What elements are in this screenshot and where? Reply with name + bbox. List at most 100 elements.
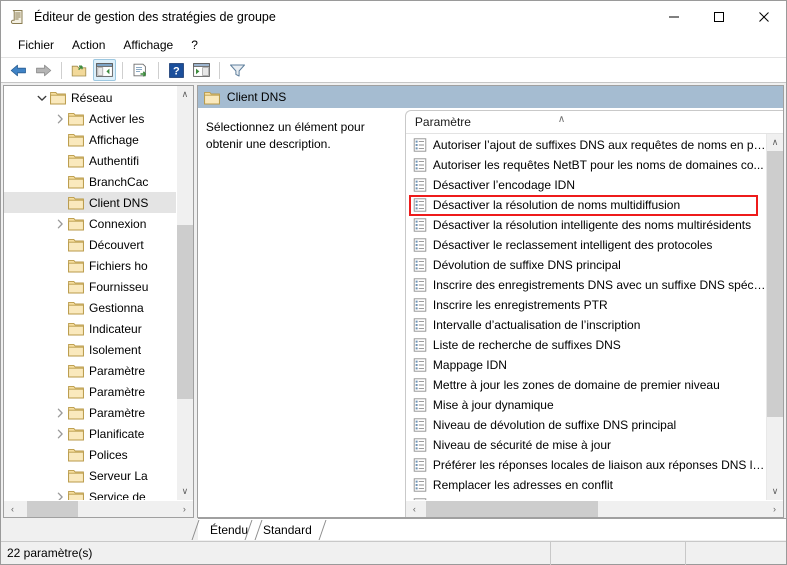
settings-list-rows[interactable]: Autoriser l’ajout de suffixes DNS aux re…: [406, 134, 766, 500]
tree-item[interactable]: Affichage: [4, 129, 176, 150]
list-hscroll-track[interactable]: [423, 500, 766, 517]
folder-icon: [68, 405, 84, 420]
forward-icon[interactable]: [32, 59, 55, 81]
tree-item[interactable]: Paramètre: [4, 381, 176, 402]
main-body: Réseau Activer les Affichage Authentifi Bran…: [1, 83, 786, 518]
tree-item[interactable]: Planificate: [4, 423, 176, 444]
tree-item[interactable]: Réseau: [4, 87, 176, 108]
tree-item[interactable]: Client DNS: [4, 192, 176, 213]
column-header-parametre[interactable]: Paramètre: [406, 115, 471, 129]
settings-list-row[interactable]: Autoriser l’ajout de suffixes DNS aux re…: [406, 135, 766, 155]
chevron-right-icon[interactable]: [52, 111, 68, 127]
settings-list-row[interactable]: Désactiver le reclassement intelligent d…: [406, 235, 766, 255]
settings-list-row[interactable]: Niveau de dévolution de suffixe DNS prin…: [406, 415, 766, 435]
tree-hscroll-right-button[interactable]: ›: [176, 501, 193, 518]
list-horizontal-scrollbar[interactable]: ‹ ›: [405, 500, 783, 518]
tree-item-label: Client DNS: [89, 195, 149, 210]
tree-scroll-up-button[interactable]: ∧: [176, 86, 193, 103]
show-hide-console-tree-icon[interactable]: [93, 59, 116, 81]
settings-list-row[interactable]: Mise à jour dynamique: [406, 395, 766, 415]
tree-horizontal-scrollbar[interactable]: ‹ ›: [4, 500, 193, 517]
chevron-right-icon[interactable]: [52, 489, 68, 500]
menu-fichier[interactable]: Fichier: [9, 35, 63, 55]
tree-item[interactable]: Isolement: [4, 339, 176, 360]
title-bar: Éditeur de gestion des stratégies de gro…: [1, 1, 786, 33]
tree-item[interactable]: Découvert: [4, 234, 176, 255]
maximize-button[interactable]: [696, 1, 741, 33]
settings-list-row[interactable]: Inscrire les enregistrements PTR: [406, 295, 766, 315]
settings-list-row[interactable]: Dévolution de suffixe DNS principal: [406, 255, 766, 275]
chevron-right-icon[interactable]: [52, 405, 68, 421]
tree-item[interactable]: Fichiers ho: [4, 255, 176, 276]
settings-list-row[interactable]: Désactiver la résolution de noms multidi…: [406, 195, 766, 216]
tree-item[interactable]: Gestionna: [4, 297, 176, 318]
tree-scroll-track[interactable]: [176, 103, 193, 483]
settings-list-row[interactable]: Préférer les réponses locales de liaison…: [406, 455, 766, 475]
tree-hscroll-thumb[interactable]: [27, 500, 79, 517]
tree-list[interactable]: Réseau Activer les Affichage Authentifi Bran…: [4, 86, 176, 500]
tree-hscroll-left-button[interactable]: ‹: [4, 501, 21, 518]
tree-vertical-scrollbar[interactable]: ∧ ∨: [175, 86, 193, 500]
settings-list-header[interactable]: Paramètre ∧: [405, 111, 783, 134]
menu-affichage[interactable]: Affichage: [114, 35, 182, 55]
back-icon[interactable]: [7, 59, 30, 81]
tree-item-label: Fichiers ho: [89, 258, 148, 273]
settings-list-row[interactable]: Inscrire des enregistrements DNS avec un…: [406, 275, 766, 295]
settings-list-row[interactable]: Intervalle d’actualisation de l’inscript…: [406, 315, 766, 335]
folder-icon: [68, 426, 84, 441]
tree-scroll-thumb[interactable]: [176, 224, 193, 400]
chevron-right-icon[interactable]: [52, 216, 68, 232]
menu-aide[interactable]: ?: [182, 35, 207, 55]
close-button[interactable]: [741, 1, 786, 33]
settings-list-row[interactable]: Remplacer les adresses en conflit: [406, 475, 766, 495]
tree-item[interactable]: Fournisseu: [4, 276, 176, 297]
menu-action[interactable]: Action: [63, 35, 114, 55]
policy-setting-icon: [413, 138, 427, 152]
list-scroll-thumb[interactable]: [767, 151, 783, 417]
console-tree-pane: Réseau Activer les Affichage Authentifi Bran…: [3, 85, 194, 518]
minimize-button[interactable]: [651, 1, 696, 33]
tab-standard[interactable]: Standard: [254, 520, 318, 540]
tree-scroll-down-button[interactable]: ∨: [176, 483, 193, 500]
list-vertical-scrollbar[interactable]: ∧ ∨: [766, 134, 783, 500]
settings-list-row[interactable]: Autoriser les requêtes NetBT pour les no…: [406, 155, 766, 175]
tree-item[interactable]: BranchCac: [4, 171, 176, 192]
list-hscroll-thumb[interactable]: [426, 500, 598, 517]
settings-list-row[interactable]: Désactiver la résolution intelligente de…: [406, 215, 766, 235]
settings-list-row[interactable]: Niveau de sécurité de mise à jour: [406, 435, 766, 455]
list-hscroll-right-button[interactable]: ›: [766, 501, 783, 518]
tree-item[interactable]: Paramètre: [4, 360, 176, 381]
up-one-level-icon[interactable]: [68, 59, 91, 81]
document-scroll-icon: [10, 9, 26, 25]
chevron-right-icon[interactable]: [52, 426, 68, 442]
settings-row-label: Intervalle d’actualisation de l’inscript…: [432, 318, 641, 332]
settings-list-row[interactable]: Mappage IDN: [406, 355, 766, 375]
list-scroll-track[interactable]: [767, 151, 783, 483]
settings-row-label: Désactiver la résolution de noms multidi…: [432, 198, 681, 212]
tree-item[interactable]: Authentifi: [4, 150, 176, 171]
tree-item[interactable]: Connexion: [4, 213, 176, 234]
tree-item[interactable]: Polices: [4, 444, 176, 465]
list-hscroll-left-button[interactable]: ‹: [406, 501, 423, 518]
list-scroll-down-button[interactable]: ∨: [767, 483, 783, 500]
settings-list-row[interactable]: Mettre à jour les zones de domaine de pr…: [406, 375, 766, 395]
settings-row-label: Autoriser les requêtes NetBT pour les no…: [432, 158, 764, 172]
show-hide-action-pane-icon[interactable]: [190, 59, 213, 81]
tree-item[interactable]: Activer les: [4, 108, 176, 129]
tree-item[interactable]: Paramètre: [4, 402, 176, 423]
tree-hscroll-track[interactable]: [21, 500, 176, 517]
help-icon[interactable]: ?: [165, 59, 188, 81]
tree-item[interactable]: Serveur La: [4, 465, 176, 486]
tree-item[interactable]: Service de: [4, 486, 176, 500]
tree-item[interactable]: Indicateur: [4, 318, 176, 339]
list-scroll-up-button[interactable]: ∧: [767, 134, 783, 151]
export-list-icon[interactable]: [129, 59, 152, 81]
settings-list-row[interactable]: Liste de recherche de suffixes DNS: [406, 335, 766, 355]
filter-icon[interactable]: [226, 59, 249, 81]
tree-item-label: Isolement: [89, 342, 142, 357]
chevron-down-icon[interactable]: [34, 90, 50, 106]
settings-list-row[interactable]: Désactiver l’encodage IDN: [406, 175, 766, 195]
